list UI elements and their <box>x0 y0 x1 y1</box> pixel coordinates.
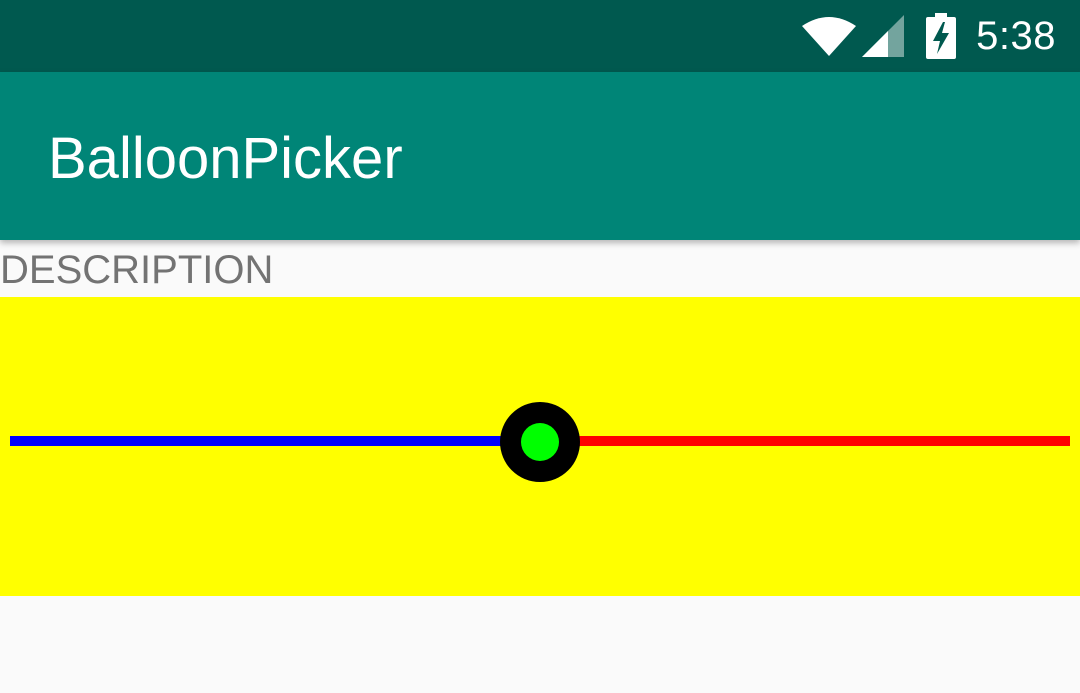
status-icons: 5:38 <box>802 0 1056 72</box>
slider-thumb[interactable] <box>500 402 580 482</box>
balloon-picker[interactable] <box>0 297 1080 596</box>
cell-signal-icon <box>862 15 905 57</box>
app-title: BalloonPicker <box>48 126 403 191</box>
slider-track-after[interactable] <box>540 436 1070 446</box>
slider-thumb-center <box>521 423 559 461</box>
slider-track-before[interactable] <box>10 436 540 446</box>
status-clock: 5:38 <box>976 13 1056 58</box>
description-label: DESCRIPTION <box>0 248 274 292</box>
status-bar: 5:38 <box>0 0 1080 72</box>
wifi-icon <box>802 16 857 56</box>
battery-charging-icon <box>926 13 957 59</box>
app-bar: BalloonPicker <box>0 72 1080 240</box>
